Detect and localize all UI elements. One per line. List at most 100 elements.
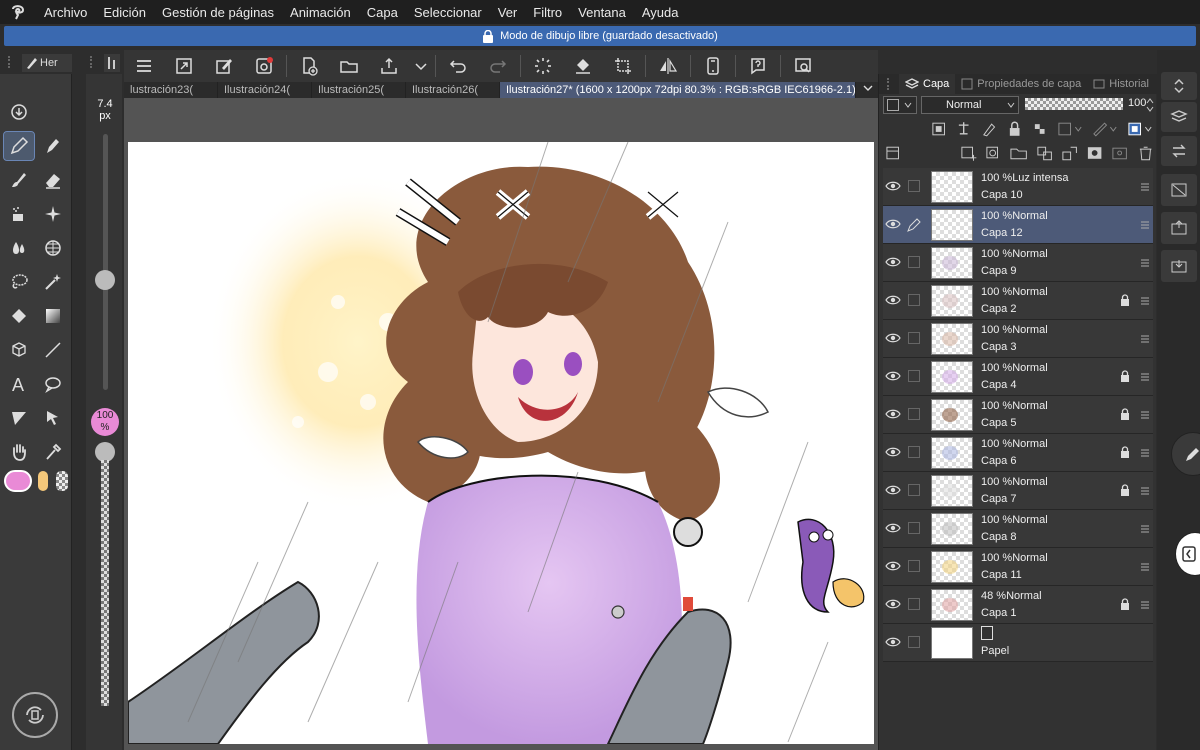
navigator-toggle[interactable] <box>1161 72 1197 100</box>
blend-mode-dropdown[interactable]: Normal <box>921 96 1019 114</box>
layer-check[interactable] <box>908 446 920 458</box>
color-expression-dropdown[interactable] <box>883 96 917 114</box>
visibility-eye-icon[interactable] <box>885 407 901 421</box>
companion-button[interactable] <box>244 50 284 82</box>
merge-down-icon[interactable] <box>1060 144 1079 162</box>
layer-row[interactable]: 100 %Normal Capa 2 <box>883 282 1153 320</box>
transform-button[interactable] <box>603 50 643 82</box>
smartphone-button[interactable] <box>693 50 733 82</box>
gradient-tool[interactable] <box>38 302 68 330</box>
layer-row[interactable]: 100 %Normal Capa 4 <box>883 358 1153 396</box>
panel-grip-icon[interactable] <box>887 78 893 90</box>
menu-ventana[interactable]: Ventana <box>570 5 634 20</box>
opacity-slider[interactable] <box>101 460 109 706</box>
canvas-area[interactable] <box>124 98 878 750</box>
main-color-swatch[interactable] <box>4 470 32 492</box>
flip-button[interactable] <box>648 50 688 82</box>
layer-row[interactable]: 100 %Normal Capa 9 <box>883 244 1153 282</box>
layer-check[interactable] <box>908 408 920 420</box>
pen-tool[interactable] <box>3 131 35 161</box>
layer-check[interactable] <box>908 180 920 192</box>
grip-icon[interactable] <box>8 56 16 68</box>
fill-selection-button[interactable] <box>563 50 603 82</box>
visibility-eye-icon[interactable] <box>885 521 901 535</box>
create-mask-icon[interactable] <box>1085 144 1104 162</box>
layer-menu-icon[interactable] <box>1141 220 1149 230</box>
layer-check[interactable] <box>908 294 920 306</box>
export-dropdown[interactable] <box>409 50 433 82</box>
brush-tool[interactable] <box>4 166 34 194</box>
help-button[interactable] <box>738 50 778 82</box>
menu-archivo[interactable]: Archivo <box>36 5 95 20</box>
collapse-panel-button[interactable] <box>1175 532 1200 576</box>
export-button[interactable] <box>369 50 409 82</box>
layer-row[interactable]: 100 %Normal Capa 7 <box>883 472 1153 510</box>
visibility-eye-icon[interactable] <box>885 597 901 611</box>
visibility-eye-icon[interactable] <box>885 635 901 649</box>
layer-row[interactable]: 100 %Normal Capa 12 <box>883 206 1153 244</box>
clip-layer-icon[interactable] <box>929 120 948 138</box>
open-button[interactable] <box>329 50 369 82</box>
layer-menu-icon[interactable] <box>1141 182 1149 192</box>
layer-check[interactable] <box>908 522 920 534</box>
reference-layer-icon[interactable] <box>954 120 973 138</box>
layer-menu-icon[interactable] <box>1141 600 1149 610</box>
undo-button[interactable] <box>438 50 478 82</box>
visibility-eye-icon[interactable] <box>885 559 901 573</box>
operation-tool[interactable] <box>4 336 34 364</box>
layer-row[interactable]: 100 %Normal Capa 5 <box>883 396 1153 434</box>
layer-check[interactable] <box>908 636 920 648</box>
search-button[interactable] <box>783 50 823 82</box>
tab-ilustracion26[interactable]: Ilustración26( <box>406 82 500 98</box>
download-tool[interactable] <box>4 98 34 126</box>
menu-seleccionar[interactable]: Seleccionar <box>406 5 490 20</box>
object-tool[interactable] <box>38 404 68 432</box>
layer-row[interactable]: 100 %Normal Capa 11 <box>883 548 1153 586</box>
hand-tool[interactable] <box>4 438 34 466</box>
layer-opacity-value[interactable]: 100 <box>1128 97 1146 109</box>
layer-property-toggle[interactable] <box>1161 212 1197 244</box>
figure-tool[interactable] <box>38 234 68 262</box>
line-tool[interactable] <box>38 336 68 364</box>
layers-toggle[interactable] <box>1161 102 1197 132</box>
eraser-tool[interactable] <box>38 166 68 194</box>
draft-layer-icon[interactable] <box>980 120 999 138</box>
menu-button[interactable] <box>124 50 164 82</box>
brush-settings-button[interactable] <box>204 50 244 82</box>
layer-opacity-slider[interactable] <box>1025 98 1123 110</box>
tool-tab[interactable]: Her <box>22 54 72 72</box>
new-raster-layer-icon[interactable] <box>959 144 978 162</box>
visibility-eye-icon[interactable] <box>885 369 901 383</box>
delete-layer-icon[interactable] <box>1136 144 1155 162</box>
transparent-color-swatch[interactable] <box>56 471 68 491</box>
layer-menu-icon[interactable] <box>1141 448 1149 458</box>
menu-capa[interactable]: Capa <box>359 5 406 20</box>
visibility-eye-icon[interactable] <box>885 255 901 269</box>
menu-gestion-paginas[interactable]: Gestión de páginas <box>154 5 282 20</box>
layer-lock-icon[interactable] <box>1119 294 1131 306</box>
visibility-eye-icon[interactable] <box>885 483 901 497</box>
visibility-eye-icon[interactable] <box>885 331 901 345</box>
sync-toggle[interactable] <box>1161 136 1197 166</box>
menu-ver[interactable]: Ver <box>490 5 526 20</box>
layer-check[interactable] <box>908 560 920 572</box>
layer-color-icon[interactable] <box>1126 120 1155 138</box>
visibility-eye-icon[interactable] <box>885 293 901 307</box>
fill-tool[interactable] <box>4 302 34 330</box>
layer-check[interactable] <box>908 332 920 344</box>
layer-menu-icon[interactable] <box>1141 524 1149 534</box>
decoration-tool[interactable] <box>38 200 68 228</box>
redo-button[interactable] <box>478 50 518 82</box>
layer-menu-icon[interactable] <box>1141 486 1149 496</box>
lock-transparent-icon[interactable] <box>1031 120 1050 138</box>
layer-menu-icon[interactable] <box>1141 258 1149 268</box>
apply-mask-icon[interactable] <box>1110 144 1129 162</box>
sub-color-swatch[interactable] <box>38 471 48 491</box>
layer-lock-icon[interactable] <box>1119 484 1131 496</box>
brush-size-tab[interactable] <box>104 54 120 72</box>
menu-animacion[interactable]: Animación <box>282 5 359 20</box>
tabs-dropdown[interactable] <box>856 82 878 98</box>
loading-button[interactable] <box>523 50 563 82</box>
visibility-eye-icon[interactable] <box>885 445 901 459</box>
menu-filtro[interactable]: Filtro <box>525 5 570 20</box>
